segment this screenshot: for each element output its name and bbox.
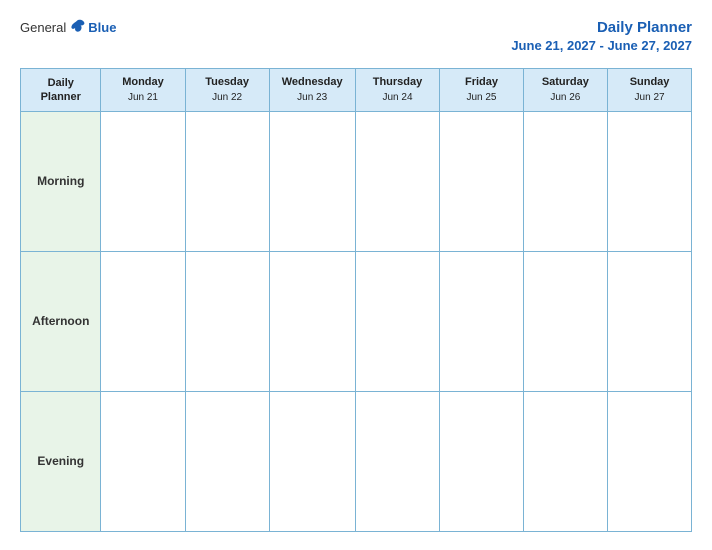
col-header-friday: Friday Jun 25 [440,69,523,111]
planner-title: Daily Planner [511,18,692,38]
logo-text: General Blue [20,18,116,36]
calendar-table: DailyPlanner Monday Jun 21 Tuesday Jun 2… [20,68,692,532]
evening-saturday-cell[interactable] [523,391,608,531]
planner-subtitle: June 21, 2027 - June 27, 2027 [511,38,692,55]
morning-friday-cell[interactable] [440,111,523,251]
afternoon-label: Afternoon [21,251,101,391]
logo-general-text: General [20,20,66,35]
morning-monday-cell[interactable] [101,111,185,251]
evening-thursday-cell[interactable] [355,391,440,531]
wednesday-name: Wednesday [272,75,353,90]
page: General Blue Daily Planner June 21, 2027… [0,0,712,550]
morning-thursday-cell[interactable] [355,111,440,251]
evening-tuesday-cell[interactable] [185,391,269,531]
afternoon-saturday-cell[interactable] [523,251,608,391]
col-header-saturday: Saturday Jun 26 [523,69,608,111]
thursday-date: Jun 24 [358,91,438,105]
logo-bird-icon [68,18,86,36]
afternoon-sunday-cell[interactable] [608,251,692,391]
evening-wednesday-cell[interactable] [269,391,355,531]
col-header-sunday: Sunday Jun 27 [608,69,692,111]
header-row: DailyPlanner Monday Jun 21 Tuesday Jun 2… [21,69,692,111]
afternoon-wednesday-cell[interactable] [269,251,355,391]
monday-date: Jun 21 [103,91,182,105]
daily-planner-col-label: DailyPlanner [23,76,98,105]
saturday-name: Saturday [526,75,606,90]
wednesday-date: Jun 23 [272,91,353,105]
monday-name: Monday [103,75,182,90]
col-header-wednesday: Wednesday Jun 23 [269,69,355,111]
morning-wednesday-cell[interactable] [269,111,355,251]
evening-monday-cell[interactable] [101,391,185,531]
morning-tuesday-cell[interactable] [185,111,269,251]
morning-label: Morning [21,111,101,251]
afternoon-monday-cell[interactable] [101,251,185,391]
col-header-tuesday: Tuesday Jun 22 [185,69,269,111]
thursday-name: Thursday [358,75,438,90]
evening-row: Evening [21,391,692,531]
col-header-monday: Monday Jun 21 [101,69,185,111]
friday-name: Friday [442,75,520,90]
evening-sunday-cell[interactable] [608,391,692,531]
sunday-date: Jun 27 [610,91,689,105]
morning-row: Morning [21,111,692,251]
col-header-daily-planner: DailyPlanner [21,69,101,111]
sunday-name: Sunday [610,75,689,90]
logo-blue-text: Blue [88,20,116,35]
evening-label: Evening [21,391,101,531]
title-area: Daily Planner June 21, 2027 - June 27, 2… [511,18,692,54]
morning-sunday-cell[interactable] [608,111,692,251]
afternoon-friday-cell[interactable] [440,251,523,391]
logo-area: General Blue [20,18,116,36]
friday-date: Jun 25 [442,91,520,105]
col-header-thursday: Thursday Jun 24 [355,69,440,111]
tuesday-name: Tuesday [188,75,267,90]
morning-saturday-cell[interactable] [523,111,608,251]
evening-friday-cell[interactable] [440,391,523,531]
afternoon-tuesday-cell[interactable] [185,251,269,391]
afternoon-row: Afternoon [21,251,692,391]
tuesday-date: Jun 22 [188,91,267,105]
afternoon-thursday-cell[interactable] [355,251,440,391]
header: General Blue Daily Planner June 21, 2027… [20,18,692,54]
saturday-date: Jun 26 [526,91,606,105]
